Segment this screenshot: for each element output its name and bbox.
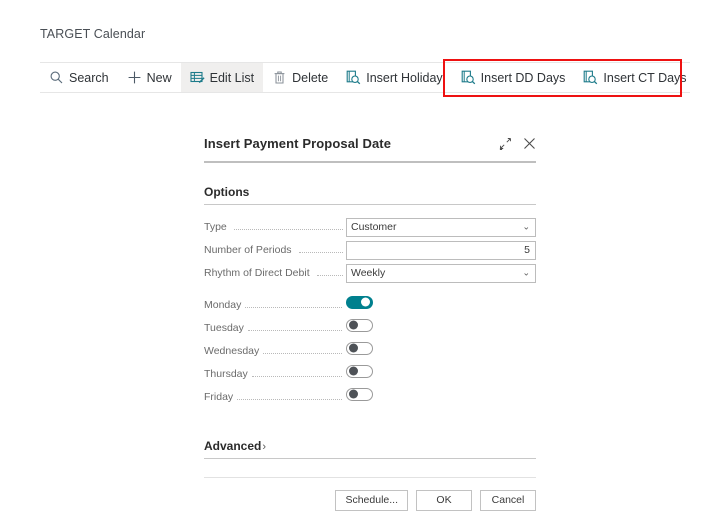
options-section-label: Options [204,185,536,204]
insert-page-icon [461,70,476,85]
rhythm-of-direct-debit-select[interactable]: Weekly ⌄ [346,264,536,283]
dotted-leader [245,298,342,308]
selected-value: Customer [351,219,397,236]
selected-value: Weekly [351,265,385,282]
close-icon[interactable] [522,137,536,151]
toggle-label: Tuesday [204,322,244,334]
dotted-leader [252,367,342,377]
chevron-right-icon: › [262,441,266,453]
insert-page-icon [583,70,598,85]
toolbar-button-insert-dd-days[interactable]: Insert DD Days [452,63,575,92]
toggle-label: Friday [204,391,233,403]
toggle-row: Friday [204,385,536,408]
input-value: 5 [524,242,530,259]
dotted-leader [248,321,342,331]
toolbar-button-label: New [147,71,172,85]
toolbar-button-label: Insert Holiday [366,71,442,85]
toggle-knob [349,367,358,376]
advanced-section-label[interactable]: Advanced › [204,439,266,458]
dialog-title-divider [204,161,536,163]
toggle-monday[interactable] [346,296,373,309]
toggle-row: Wednesday [204,339,536,362]
options-section-divider [204,204,536,205]
toggle-knob [349,390,358,399]
field-label: Number of Periods [204,244,296,256]
toolbar-button-label: Insert DD Days [481,71,566,85]
advanced-label-text: Advanced [204,439,261,453]
dotted-leader [234,220,343,230]
insert-page-icon [346,70,361,85]
advanced-section[interactable]: Advanced › [204,437,536,459]
toggle-label: Thursday [204,368,248,380]
chevron-down-icon: ⌄ [522,223,530,232]
options-section: Options [204,185,536,205]
toolbar-button-edit-list[interactable]: Edit List [181,63,263,92]
dialog-header-actions [498,137,536,151]
schedule-button[interactable]: Schedule... [335,490,408,511]
plus-icon [127,70,142,85]
toggle-row: Monday [204,293,536,316]
field-row: Number of Periods 5 [204,239,536,261]
chevron-down-icon: ⌄ [522,269,530,278]
number-of-periods-input[interactable]: 5 [346,241,536,260]
dotted-leader [299,243,343,253]
toggle-knob [361,298,370,307]
toggle-row: Tuesday [204,316,536,339]
dotted-leader [263,344,342,354]
toggle-knob [349,344,358,353]
type-select[interactable]: Customer ⌄ [346,218,536,237]
insert-payment-proposal-date-dialog: Insert Payment Proposal Date Options [190,122,550,511]
toolbar-button-new[interactable]: New [118,63,181,92]
toggle-wednesday[interactable] [346,342,373,355]
field-label: Rhythm of Direct Debit [204,267,314,279]
toggle-row: Thursday [204,362,536,385]
toggle-label: Wednesday [204,345,259,357]
field-row: Type Customer ⌄ [204,216,536,238]
dialog-header: Insert Payment Proposal Date [190,122,550,161]
advanced-section-divider [204,458,536,459]
cancel-button[interactable]: Cancel [480,490,536,511]
toggle-knob [349,321,358,330]
toggle-control [346,296,536,314]
field-row: Rhythm of Direct Debit Weekly ⌄ [204,262,536,284]
field-control: Weekly ⌄ [346,264,536,283]
field-label: Type [204,221,231,233]
field-control: 5 [346,241,536,260]
dialog-body: Options Type Customer ⌄ Number of Periods 5 R… [190,185,550,511]
page-title: TARGET Calendar [40,27,145,41]
dialog-title: Insert Payment Proposal Date [204,136,498,151]
options-fields: Type Customer ⌄ Number of Periods 5 Rhythm of… [204,216,536,284]
toolbar-button-label: Delete [292,71,328,85]
dotted-leader [237,390,342,400]
edit-list-icon [190,70,205,85]
trash-icon [272,70,287,85]
dotted-leader [317,266,343,276]
toggle-thursday[interactable] [346,365,373,378]
toolbar-button-delete[interactable]: Delete [263,63,337,92]
toolbar-button-label: Insert CT Days [603,71,686,85]
expand-diagonal-icon[interactable] [498,137,512,151]
search-icon [49,70,64,85]
toolbar-button-search[interactable]: Search [40,63,118,92]
toggle-tuesday[interactable] [346,319,373,332]
ok-button[interactable]: OK [416,490,472,511]
toggle-friday[interactable] [346,388,373,401]
dialog-footer: Schedule... OK Cancel [204,478,536,511]
toolbar-button-label: Edit List [210,71,254,85]
weekday-toggles: Monday Tuesday Wednesday Thursday Friday [204,293,536,408]
toggle-control [346,342,536,360]
toggle-control [346,365,536,383]
toolbar-button-insert-ct-days[interactable]: Insert CT Days [574,63,695,92]
toggle-control [346,319,536,337]
action-toolbar: Search New Edit List Delete Insert Holiday In… [40,62,690,93]
toolbar-button-insert-holiday[interactable]: Insert Holiday [337,63,451,92]
toolbar-button-label: Search [69,71,109,85]
field-control: Customer ⌄ [346,218,536,237]
toggle-label: Monday [204,299,241,311]
toggle-control [346,388,536,406]
